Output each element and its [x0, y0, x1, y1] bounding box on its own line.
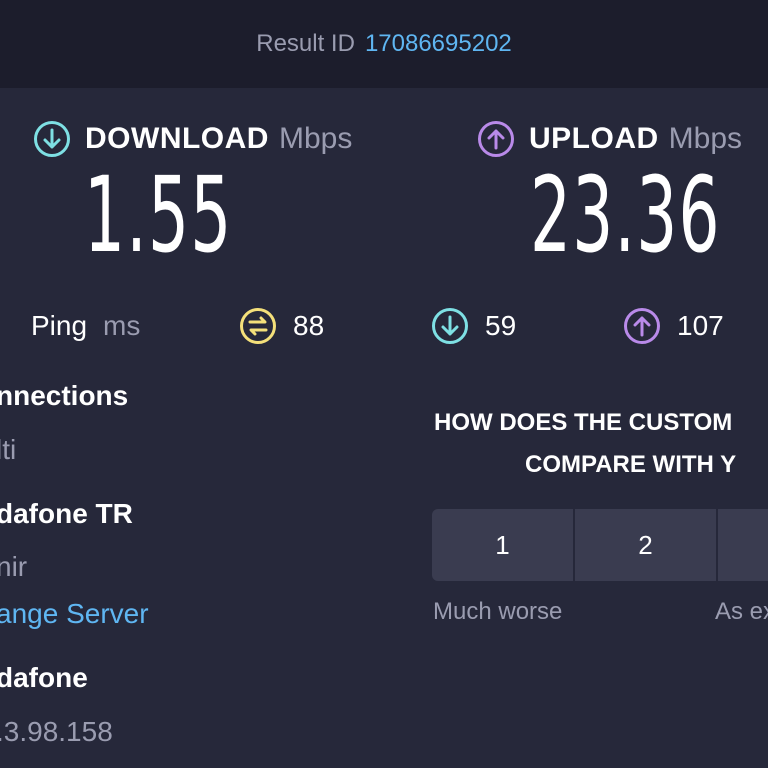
isp-name: dafone TR — [0, 498, 133, 529]
connections-label: nnections — [0, 380, 129, 411]
ping-download: 59 — [431, 304, 516, 348]
upload-unit: Mbps — [668, 122, 743, 155]
rating-mid-label: As ex — [715, 598, 768, 625]
ping-download-value: 59 — [485, 310, 517, 341]
change-server-link[interactable]: ange Server — [0, 598, 149, 630]
result-id-label: Result ID — [256, 30, 355, 57]
ping-unit: ms — [103, 310, 141, 341]
survey-question: HOW DOES THE CUSTOM COMPARE WITH Y — [434, 402, 768, 486]
download-label: DOWNLOAD — [85, 122, 269, 155]
survey-question-line1: HOW DOES THE CUSTOM — [434, 409, 733, 436]
arrow-down-circle-icon — [432, 308, 468, 344]
ping-idle-icon — [240, 308, 276, 344]
rating-option-3[interactable] — [718, 509, 768, 581]
ping-idle-value: 88 — [293, 310, 325, 341]
arrow-up-circle-icon — [478, 121, 514, 157]
speedtest-result-page: Result ID 17086695202 DOWNLOAD Mbps 1.55… — [0, 0, 768, 768]
ping-upload: 107 — [623, 304, 724, 348]
ip-address: .3.98.158 — [0, 716, 113, 747]
download-speed-value: 1.55 — [84, 154, 233, 276]
upload-label: UPLOAD — [529, 122, 659, 155]
download-header: DOWNLOAD Mbps — [33, 120, 352, 158]
arrow-up-circle-icon — [624, 308, 660, 344]
rating-option-1[interactable]: 1 — [432, 509, 573, 581]
result-header: Result ID 17086695202 — [0, 0, 768, 88]
server-name: dafone — [0, 662, 88, 693]
connections-value: lti — [0, 434, 17, 465]
download-unit: Mbps — [278, 122, 353, 155]
survey-question-line2: COMPARE WITH Y — [525, 451, 737, 478]
isp-location: nir — [0, 551, 28, 582]
rating-low-label: Much worse — [433, 598, 563, 625]
rating-option-2[interactable]: 2 — [575, 509, 716, 581]
result-id-link[interactable]: 17086695202 — [365, 30, 512, 58]
ping-upload-value: 107 — [677, 310, 724, 341]
upload-speed-value: 23.36 — [530, 154, 721, 276]
survey-rating-scale: 1 2 — [432, 509, 768, 581]
ping-label: Ping — [31, 310, 88, 341]
arrow-down-circle-icon — [34, 121, 70, 157]
ping-idle: 88 — [239, 304, 324, 348]
ping-label-group: Ping ms — [31, 304, 140, 348]
upload-header: UPLOAD Mbps — [477, 120, 742, 158]
